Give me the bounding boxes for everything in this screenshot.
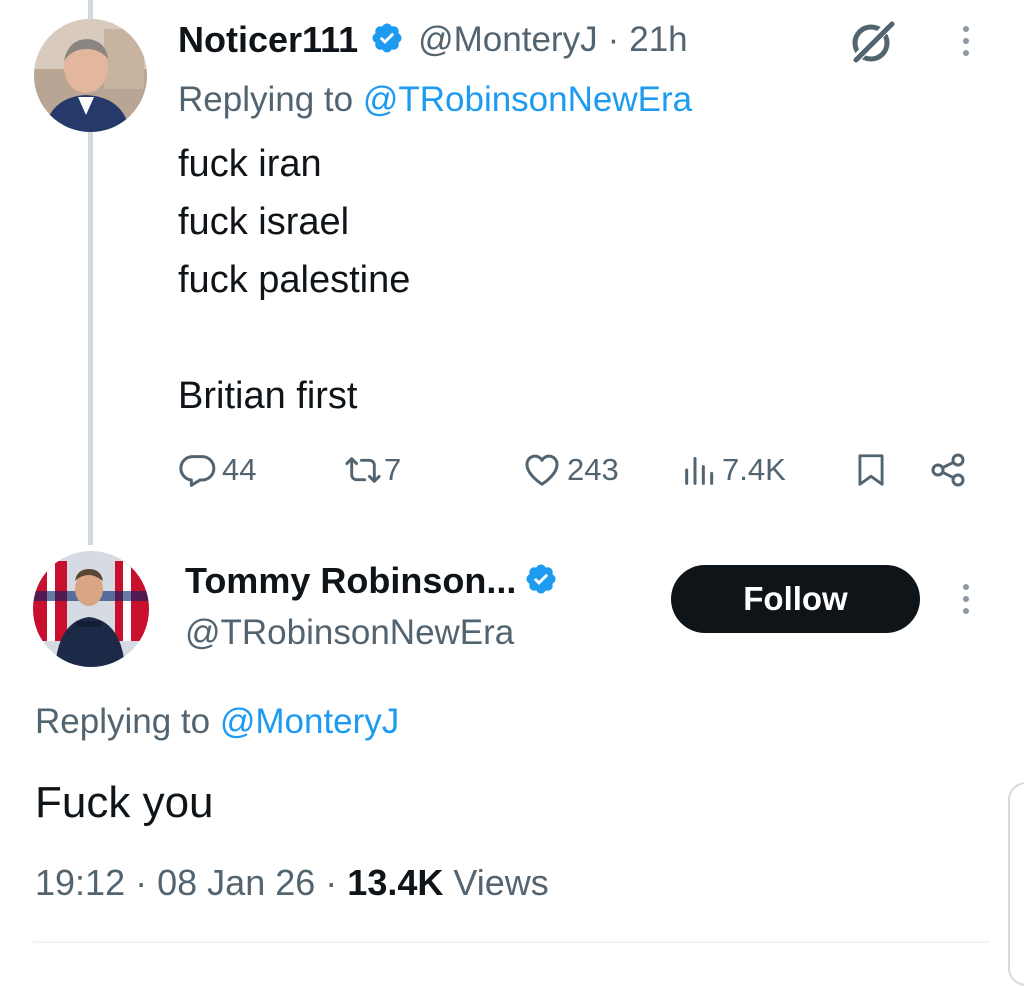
views-label: Views (453, 862, 549, 903)
avatar[interactable] (34, 19, 147, 132)
tweet-text: fuck iran fuck israel fuck palestine Bri… (178, 135, 410, 425)
separator-dot: · (325, 862, 338, 903)
reply-handle-link[interactable]: @TRobinsonNewEra (363, 80, 692, 119)
views-count: 13.4K (347, 862, 444, 903)
like-count: 243 (567, 452, 619, 487)
reply-icon (178, 450, 218, 490)
tweet-date[interactable]: 08 Jan 26 (157, 862, 315, 903)
views-button[interactable]: 7.4K (680, 446, 786, 494)
separator-dot: · (135, 862, 148, 903)
replying-to: Replying to @MonteryJ (35, 702, 399, 742)
tweet-line (178, 309, 410, 367)
views-icon (680, 450, 720, 490)
tweet-line: fuck israel (178, 201, 350, 243)
separator-dot: · (607, 20, 620, 59)
reply-button[interactable]: 44 (178, 446, 256, 494)
tweet-meta: 19:12 · 08 Jan 26 · 13.4K Views (35, 862, 549, 904)
bookmark-button[interactable] (852, 446, 890, 494)
repost-icon (342, 450, 384, 490)
share-icon (928, 450, 968, 490)
heart-icon (521, 450, 563, 490)
tweet-line: fuck palestine (178, 259, 411, 301)
tweet-line: fuck iran (178, 143, 322, 185)
edge-panel (1008, 782, 1024, 986)
verified-badge-icon (524, 562, 558, 601)
tweet-text: Fuck you (35, 778, 214, 827)
author-handle[interactable]: @MonteryJ (418, 20, 597, 60)
verified-badge-icon (370, 21, 404, 60)
reply-handle-link[interactable]: @MonteryJ (220, 702, 399, 741)
more-dots-icon[interactable] (960, 26, 972, 56)
reply-count: 44 (222, 452, 257, 487)
follow-button[interactable]: Follow (671, 565, 920, 633)
share-button[interactable] (928, 446, 968, 494)
grok-icon[interactable] (846, 16, 898, 68)
tweet-time[interactable]: 19:12 (35, 862, 125, 903)
author-name[interactable]: Tommy Robinson... (185, 560, 516, 602)
replying-to: Replying to @TRobinsonNewEra (178, 80, 692, 120)
divider (33, 941, 990, 943)
reply-prefix: Replying to (35, 702, 220, 741)
repost-count: 7 (384, 452, 402, 487)
bookmark-icon (852, 450, 890, 490)
author-name[interactable]: Noticer111 (178, 19, 358, 61)
reply-prefix: Replying to (178, 80, 363, 119)
avatar[interactable] (33, 551, 149, 667)
more-dots-icon[interactable] (960, 584, 972, 614)
like-button[interactable]: 243 (521, 446, 619, 494)
views-count: 7.4K (722, 452, 786, 487)
tweet-line: Britian first (178, 375, 358, 417)
author-handle[interactable]: @TRobinsonNewEra (185, 613, 514, 653)
tweet-time[interactable]: 21h (629, 20, 687, 60)
repost-button[interactable]: 7 (342, 446, 401, 494)
